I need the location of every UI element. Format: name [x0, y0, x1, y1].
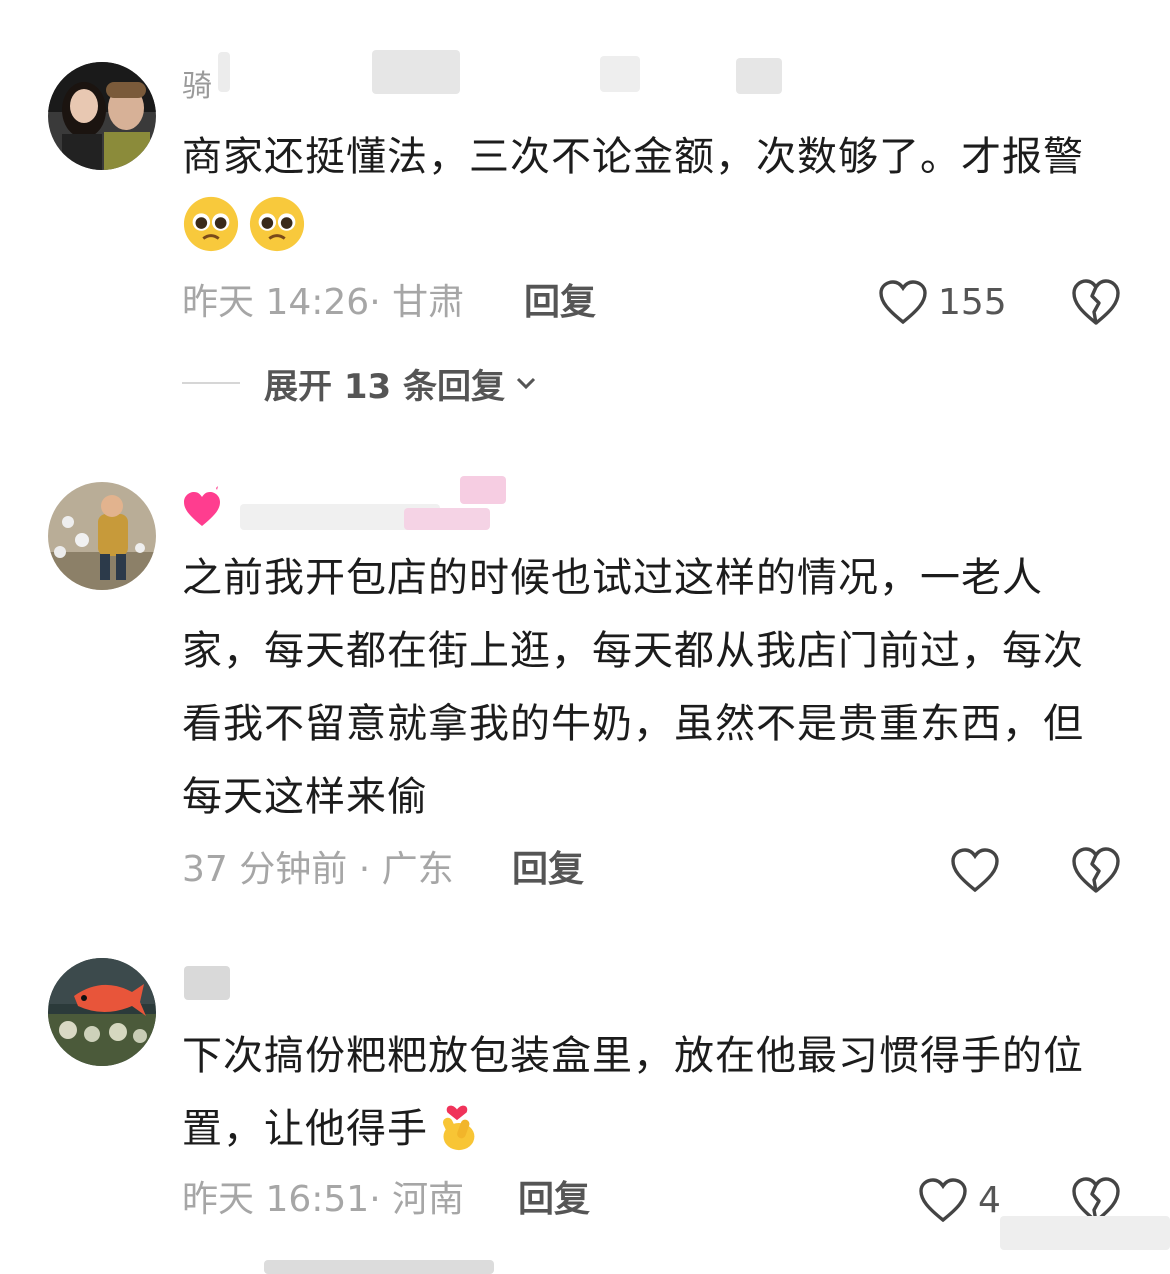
cut-off-expand-row — [264, 1260, 494, 1274]
location: 河南 — [392, 1179, 465, 1220]
broken-heart-icon[interactable] — [1070, 844, 1122, 896]
like-button[interactable] — [950, 842, 1010, 898]
heart-icon — [951, 848, 999, 893]
reply-button[interactable]: 回复 — [512, 845, 584, 895]
reply-button[interactable]: 回复 — [518, 1175, 590, 1225]
timestamp: 37 分钟前 · — [182, 849, 371, 890]
avatar[interactable] — [48, 62, 156, 170]
location: 广东 — [381, 849, 454, 890]
redacted-text — [1000, 1216, 1170, 1250]
timestamp: 昨天 16:51· — [182, 1179, 381, 1220]
redacted-username — [600, 56, 640, 92]
comment-meta: 昨天 14:26· 甘肃 — [182, 278, 464, 328]
pleading-face-icon — [249, 196, 305, 252]
expand-replies-button[interactable]: 展开 13 条回复 — [182, 358, 539, 408]
comment-meta: 37 分钟前 · 广东 — [182, 845, 454, 895]
heart-icon — [919, 1178, 967, 1223]
comment-text: 之前我开包店的时候也试过这样的情况，一老人家，每天都在街上逛，每天都从我店门前过… — [182, 555, 1084, 820]
comment-text: 下次搞份粑粑放包装盒里，放在他最习惯得手的位置，让他得手 — [182, 1033, 1084, 1152]
timestamp: 昨天 14:26· — [182, 282, 381, 323]
like-count: 155 — [938, 281, 1007, 323]
comment-text: 商家还挺懂法，三次不论金额，次数够了。才报警 — [182, 121, 1102, 267]
like-count: 4 — [978, 1179, 1001, 1221]
redacted-username — [736, 58, 782, 94]
username[interactable]: 骑 — [182, 62, 982, 112]
heart-icon — [879, 280, 927, 325]
pleading-face-icon — [183, 196, 239, 252]
expand-replies-label: 展开 13 条回复 — [264, 366, 505, 407]
redacted-username — [184, 966, 230, 1000]
chevron-down-icon — [516, 377, 536, 390]
like-button[interactable]: 4 — [918, 1172, 1001, 1228]
comment-meta: 昨天 16:51· 河南 — [182, 1175, 464, 1225]
like-button[interactable]: 155 — [878, 274, 1007, 330]
location: 甘肃 — [392, 282, 465, 323]
finger-heart-icon — [442, 1105, 475, 1151]
avatar[interactable] — [48, 958, 156, 1066]
reply-button[interactable]: 回复 — [524, 278, 596, 328]
sparkling-heart-icon — [184, 486, 220, 526]
broken-heart-icon[interactable] — [1070, 276, 1122, 328]
redacted-username — [404, 508, 490, 530]
divider — [182, 382, 240, 384]
redacted-username — [218, 52, 230, 92]
avatar[interactable] — [48, 482, 156, 590]
redacted-username — [460, 476, 506, 504]
redacted-username — [372, 50, 460, 94]
